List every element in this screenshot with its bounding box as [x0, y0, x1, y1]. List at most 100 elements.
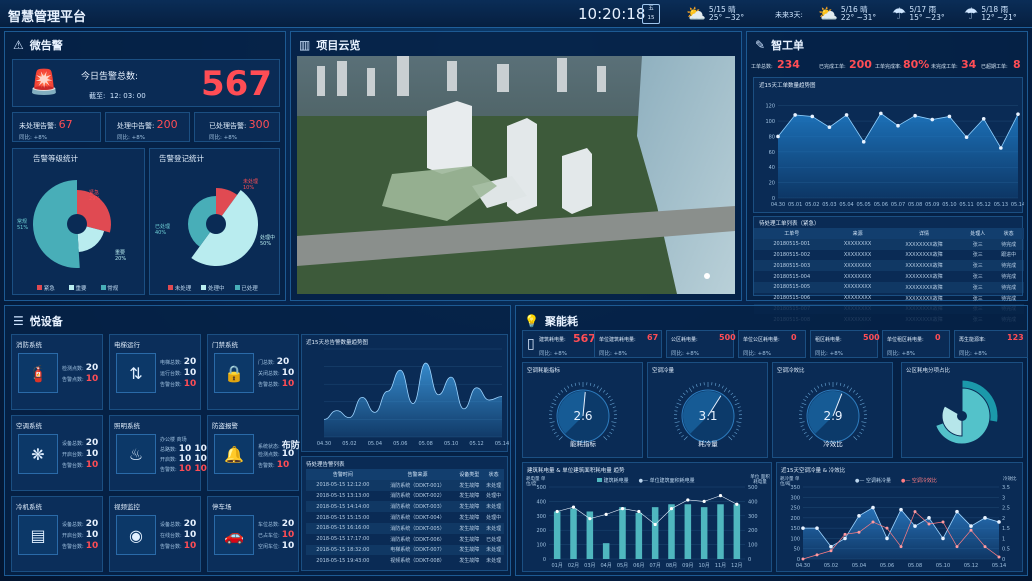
x-tick-label: 05.12: [469, 441, 483, 447]
y-tick-label: 150: [790, 526, 800, 532]
table-row[interactable]: 2018-05-15 19:43:00 视频系统（DDKT-008） 发生故障 未处理: [306, 555, 504, 566]
table-cell: XXXXXXXX: [829, 281, 886, 293]
stat-label: 告警台数:: [62, 463, 84, 469]
device-icon-box: ⇅: [116, 353, 156, 393]
device-stat: 运行台数: 10: [160, 368, 196, 378]
table-title: 待处理工单列表（紧急）: [759, 221, 820, 227]
gauge-tick: [813, 387, 818, 393]
stat-value: 20: [281, 519, 295, 529]
pie-label: 已处理 40%: [155, 224, 171, 236]
bar: [684, 504, 692, 559]
x-tick-label: 05.06: [393, 441, 407, 447]
gauge-tick: [685, 389, 689, 393]
table-row[interactable]: 2018-05-15 18:32:00 电梯系统（DDKT-007） 发生故障 未处理: [306, 544, 504, 556]
table-row[interactable]: 2018-05-15 12:12:00 消防系统（DDKT-001） 发生故障 未处理: [306, 479, 504, 491]
panel-title: 微告警: [29, 39, 63, 52]
device-stat: 检测点数: 10: [258, 449, 294, 459]
table-row[interactable]: 20180515-003 XXXXXXXX XXXXXXXX故障 张三 待完成: [754, 260, 1024, 272]
gauge-tick: [574, 382, 577, 386]
table-row[interactable]: 20180515-004 XXXXXXXX XXXXXXXX故障 张三 待完成: [754, 271, 1024, 282]
legend: 紧急 重要 常规: [37, 284, 118, 292]
device-icon-box: ◉: [116, 515, 156, 555]
alarm-register-pie: [188, 188, 258, 266]
table-row[interactable]: 2018-05-15 17:17:00 消防系统（DDKT-006） 发生故障 已处理: [306, 534, 504, 545]
table-row[interactable]: 20180515-001 XXXXXXXX XXXXXXXX故障 张三 待完成: [754, 238, 1024, 250]
stat-yoy: 同比: +8%: [743, 351, 771, 357]
device-card[interactable]: 空调系统 ❋ 设备总数: 20 开启台数: 10 告警台数: 10: [11, 415, 103, 491]
workorder-stats: 工单总数: 234 已完成工单: 200 工单完成率: 80% 未完成工单: 34 已超…: [751, 58, 1021, 71]
device-name: 空调系统: [16, 422, 42, 430]
gauge-tick: [551, 428, 555, 431]
table-row[interactable]: 20180515-005 XXXXXXXX XXXXXXXX故障 张三 待完成: [754, 281, 1024, 293]
data-point: [981, 116, 986, 121]
secondary-point: [969, 528, 973, 532]
table-cell: 2018-05-15 13:13:00: [316, 492, 370, 499]
stat-value: 0: [791, 333, 797, 342]
table-row[interactable]: 2018-05-15 15:15:00 消防系统（DDKT-004） 发生故障 处理中: [306, 512, 504, 523]
secondary-point: [604, 512, 608, 516]
table-row[interactable]: 2018-05-15 14:14:00 消防系统（DDKT-003） 发生故障 未处理: [306, 501, 504, 513]
energy-stat-card: ▯ 建筑耗电量: 567 同比: +8%: [522, 330, 600, 358]
project-aerial-image[interactable]: [297, 56, 735, 294]
table-cell: 20180515-003: [754, 260, 830, 272]
data-point: [983, 516, 987, 520]
y-tick-label: 250: [790, 506, 800, 512]
device-card[interactable]: 电梯运行 ⇅ 电梯总数: 20 运行台数: 10 告警台数: 10: [109, 334, 201, 410]
column-header: 状态: [993, 228, 1024, 239]
y2-tick-label: 1: [1002, 536, 1005, 542]
gauge-tick: [681, 434, 684, 438]
pie-label: 未处理 10%: [243, 179, 259, 191]
stat-value: 0: [935, 333, 941, 342]
table-row[interactable]: 20180515-002 XXXXXXXX XXXXXXXX故障 张三 跟进中: [754, 250, 1024, 261]
phone-icon: ▯: [527, 336, 535, 352]
x-tick-label: 05.08: [419, 441, 433, 447]
table-row[interactable]: 2018-05-15 16:16:00 消防系统（DDKT-005） 发生故障 未处理: [306, 522, 504, 534]
gauge-card: 空调冷量 3.1 耗冷量: [647, 362, 768, 458]
table-cell: 发生故障: [459, 558, 480, 565]
gauge-tick: [553, 431, 557, 435]
gauge-tick: [857, 395, 861, 399]
gauge-tick: [824, 382, 827, 386]
y-tick-label: 100: [536, 543, 546, 549]
table-cell: XXXXXXXX故障: [885, 260, 963, 272]
device-card[interactable]: 消防系统 🧯 检测点数: 20 告警点数: 10: [11, 334, 103, 410]
power-share-radial: [935, 379, 999, 445]
gauge-tick: [737, 425, 741, 427]
device-card[interactable]: 防盗报警 🔔 系统状态: 布防 检测点数: 10 告警数: 10: [207, 415, 300, 491]
device-name: 消防系统: [16, 341, 42, 349]
column-header: 告警来源: [379, 469, 456, 480]
table-cell: 消防系统（DDKT-001）: [379, 479, 456, 491]
table-cell: 张三: [962, 260, 994, 272]
table-cell: 2018-05-15 16:16:00: [306, 522, 380, 534]
gauge-tick: [682, 392, 686, 396]
secondary-point: [843, 532, 847, 536]
y-tick-label: 200: [790, 516, 800, 522]
table-cell: 发生故障: [455, 479, 484, 491]
data-point: [827, 125, 832, 130]
gauge-tick: [803, 431, 807, 435]
table-row[interactable]: 20180515-006 XXXXXXXX XXXXXXXX故障 张三 待完成: [754, 293, 1024, 304]
workorder-trend-svg: 02040608010012004.30 05.01 05.02 05.03 05.04…: [765, 104, 1024, 208]
clock: 10:20:18: [578, 5, 646, 23]
stat-value: 500: [863, 333, 880, 342]
column-header: 状态: [483, 469, 504, 480]
stat-value: 10: [85, 374, 99, 384]
panel-title: 项目云览: [316, 39, 361, 52]
device-card[interactable]: 照明系统 ♨ 办公楼 商场 总路数: 10 10 开启数: 10 10 告警数: 10 10: [109, 415, 207, 491]
device-card[interactable]: 门禁系统 🔒 门总数: 20 关闭总数: 10 告警总数: 10: [207, 334, 299, 410]
table-cell: 20180515-002: [773, 251, 811, 258]
table-cell: 待完成: [993, 281, 1024, 293]
stat-value: 20: [276, 357, 290, 367]
table-row[interactable]: 2018-05-15 13:13:00 消防系统（DDKT-002） 发生故障 处理中: [306, 491, 504, 502]
y-tick-label: 100: [790, 536, 800, 542]
table-cell: 消防系统（DDKT-005）: [379, 522, 456, 534]
table-cell: 未处理: [486, 558, 502, 565]
gauge-tick: [730, 392, 734, 396]
gauge-tick: [611, 421, 617, 423]
device-card[interactable]: 冷机系统 ▤ 设备总数: 20 开启台数: 10 告警台数: 10: [11, 496, 103, 572]
column-header: 详情: [885, 228, 963, 239]
table-cell: 张三: [972, 274, 983, 281]
device-card[interactable]: 视频监控 ◉ 设备总数: 20 在线台数: 10 告警台数: 10: [109, 496, 201, 572]
device-card[interactable]: 停车场 🚗 车位总数: 20 已占车位: 10 空闲车位: 10: [207, 496, 299, 572]
x-tick-label: 05.02: [342, 441, 356, 447]
